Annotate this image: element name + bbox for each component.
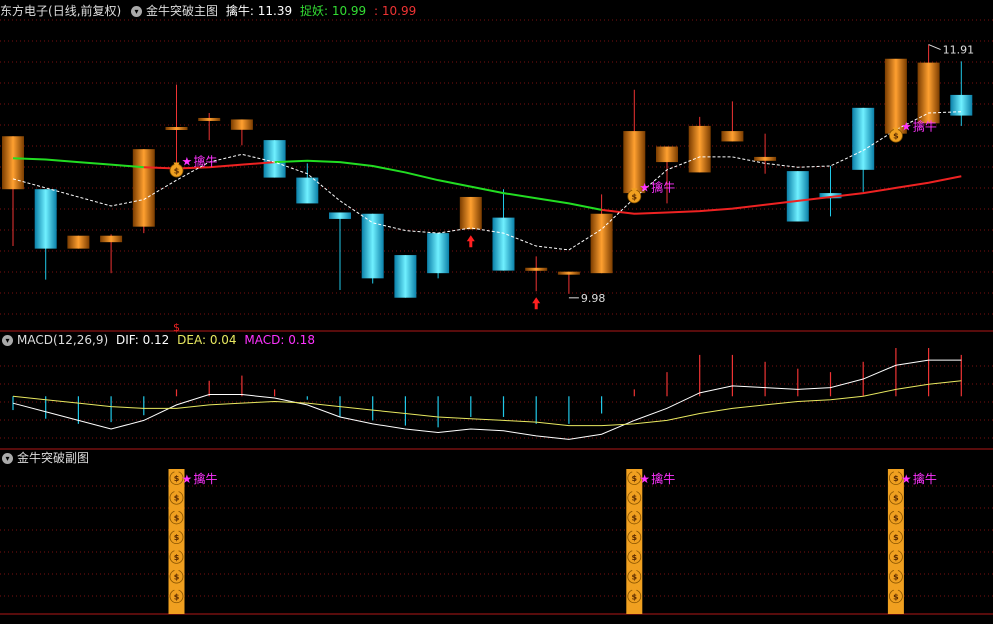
- candle-up: [557, 271, 580, 275]
- red-line-value: 10.99: [381, 4, 417, 18]
- macd-label: MACD:: [244, 333, 285, 347]
- dif-value: 0.12: [142, 333, 170, 347]
- money-bag-dollar: $: [632, 192, 638, 201]
- dea-line: [12, 380, 962, 427]
- signal-star-icon: ★: [182, 155, 193, 169]
- chevron-down-icon[interactable]: ▾: [2, 453, 13, 464]
- candle-up: [2, 136, 24, 190]
- sub-indicator-name[interactable]: 金牛突破副图: [17, 451, 89, 465]
- money-bag-dollar: $: [174, 167, 180, 176]
- money-bag-dollar: $: [632, 592, 638, 601]
- money-bag-dollar: $: [174, 533, 180, 542]
- money-bag-dollar: $: [893, 592, 899, 601]
- candle-up: [525, 267, 548, 271]
- candle-down: [263, 140, 286, 178]
- sub-header: ▾ 金牛突破副图: [0, 449, 93, 467]
- red-line-label: :: [374, 4, 379, 18]
- candle-up: [721, 131, 744, 142]
- signal-star-icon: ★: [639, 180, 650, 194]
- money-bag-dollar: $: [174, 553, 180, 562]
- zhuoyao-value: 10.99: [331, 4, 367, 18]
- candle-up: [100, 235, 123, 243]
- candle-up: [165, 127, 188, 130]
- money-bag-dollar: $: [174, 592, 180, 601]
- money-bag-dollar: $: [174, 513, 180, 522]
- macd-header: ▾ MACD(12,26,9) DIF: 0.12 DEA: 0.04 MACD:…: [0, 331, 319, 349]
- chart-stage: $ ★ 擒牛 $ ★ 擒牛 $ ★ 擒牛 11.91 9.98 $ $ $ $ $ $ $ $ ★ 擒牛 $ $ $ $ $ $ $ ★…: [0, 0, 993, 620]
- candle-down: [492, 217, 515, 271]
- candle-up: [656, 146, 678, 163]
- candle-up: [917, 62, 940, 124]
- money-bag-dollar: $: [893, 494, 899, 503]
- main-header: 东方电子(日线,前复权) ▾ 金牛突破主图 擒牛: 11.39 捉妖: 10.99…: [0, 2, 420, 20]
- chevron-down-icon[interactable]: ▾: [131, 6, 143, 17]
- candle-up: [198, 117, 221, 121]
- ma-slow-green-segment: [274, 159, 602, 211]
- high-pointer: [928, 44, 941, 51]
- candle-down: [852, 107, 875, 170]
- up-arrow-icon: [532, 297, 541, 310]
- money-bag-dollar: $: [174, 494, 180, 503]
- candle-up: [459, 196, 482, 230]
- money-bag-dollar: $: [893, 533, 899, 542]
- dif-label: DIF:: [115, 333, 139, 347]
- sub-signal-star-icon: ★: [639, 472, 650, 486]
- money-bag-dollar: $: [632, 474, 638, 483]
- sub-signal-star-icon: ★: [901, 472, 912, 486]
- macd-name[interactable]: MACD(12,26,9): [17, 333, 108, 347]
- candle-down: [427, 233, 450, 274]
- chevron-down-icon[interactable]: ▾: [2, 335, 13, 346]
- qinniu-label: 擒牛:: [225, 4, 254, 18]
- signal-label: 擒牛: [194, 154, 218, 169]
- low-price-label: 9.98: [581, 292, 606, 305]
- dif-line: [12, 359, 962, 440]
- sub-signal-star-icon: ★: [182, 472, 193, 486]
- money-bag-dollar: $: [632, 513, 638, 522]
- signal-star-icon: ★: [901, 120, 912, 134]
- up-arrow-icon: [466, 235, 475, 248]
- sub-signal-label: 擒牛: [913, 471, 937, 486]
- money-bag-dollar: $: [174, 474, 180, 483]
- money-bag-dollar: $: [632, 553, 638, 562]
- candle-up: [67, 235, 90, 249]
- candle-up: [230, 119, 253, 130]
- chart-mode: (日线,前复权): [48, 4, 122, 18]
- high-price-label: 11.91: [943, 44, 975, 57]
- dea-label: DEA:: [177, 333, 207, 347]
- stock-name[interactable]: 东方电子: [0, 4, 48, 18]
- money-bag-dollar: $: [632, 533, 638, 542]
- candle-up: [754, 156, 777, 161]
- ma-slow-green-segment: [12, 157, 144, 169]
- sub-signal-label: 擒牛: [194, 471, 218, 486]
- candle-down: [329, 212, 351, 219]
- money-bag-dollar: $: [893, 553, 899, 562]
- money-bag-dollar: $: [893, 573, 899, 582]
- candle-up: [590, 213, 613, 274]
- zhuoyao-label: 捉妖:: [299, 4, 328, 18]
- macd-value: 0.18: [288, 333, 315, 347]
- candle-down: [361, 213, 384, 279]
- money-bag-dollar: $: [632, 573, 638, 582]
- sub-signal-label: 擒牛: [651, 471, 675, 486]
- candle-up: [132, 149, 155, 227]
- chart-svg: $★ 擒牛$★ 擒牛$★ 擒牛11.919.98$$$$$$$$★ 擒牛 $$$$$$$★…: [0, 19, 993, 615]
- money-bag-dollar: $: [632, 494, 638, 503]
- money-bag-dollar: $: [893, 513, 899, 522]
- money-bag-dollar: $: [893, 474, 899, 483]
- dea-value: 0.04: [209, 333, 237, 347]
- qinniu-value: 11.39: [257, 4, 293, 18]
- candle-down: [786, 171, 809, 222]
- candle-down: [296, 177, 319, 204]
- money-bag-dollar: $: [893, 132, 899, 141]
- ma-fast-dashed-line: [12, 111, 962, 251]
- candle-up: [688, 125, 711, 173]
- money-bag-dollar: $: [174, 573, 180, 582]
- candle-down: [34, 189, 57, 249]
- signal-label: 擒牛: [913, 119, 937, 134]
- signal-label: 擒牛: [651, 179, 675, 194]
- candle-down: [394, 255, 417, 298]
- main-indicator-name[interactable]: 金牛突破主图: [146, 4, 218, 18]
